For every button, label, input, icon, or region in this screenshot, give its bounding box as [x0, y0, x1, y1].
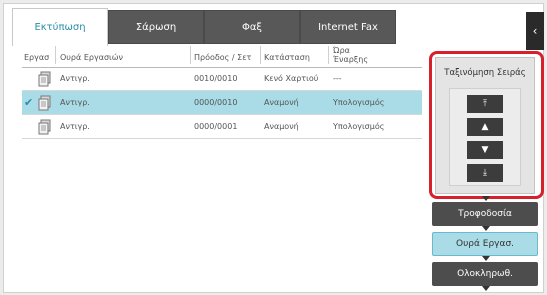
row-status: Αναμονή [264, 98, 299, 107]
row-queue: Αντιγρ. [60, 122, 90, 131]
move-up-icon: ▲ [481, 122, 489, 132]
table-row[interactable]: Αντιγρ. 0010/0010 Κενό Χαρτιού --- [22, 67, 422, 91]
copy-job-icon [38, 119, 51, 135]
move-down-button[interactable]: ▼ [467, 141, 503, 159]
job-queue-button[interactable]: Ουρά Εργασ. [432, 232, 538, 256]
move-up-button[interactable]: ▲ [467, 118, 503, 136]
tab-fax[interactable]: Φαξ [204, 10, 300, 44]
paper-supply-button[interactable]: Τροφοδοσία [432, 202, 538, 226]
table-row[interactable]: Αντιγρ. 0000/0001 Αναμονή Υπολογισμός [22, 115, 422, 139]
tab-bar: Εκτύπωση Σάρωση Φαξ Internet Fax [4, 4, 534, 46]
sort-order-panel: Ταξινόμηση Σειράς ⤒ ▲ ▼ ⤓ [435, 57, 535, 194]
row-progress: 0000/0001 [194, 122, 238, 131]
row-start-time: --- [333, 74, 342, 83]
flow-arrow-icon [482, 226, 490, 231]
row-status: Κενό Χαρτιού [264, 74, 319, 83]
completed-jobs-button[interactable]: Ολοκληρωθ. [432, 262, 538, 286]
header-status: Κατάσταση [264, 53, 310, 62]
sort-buttons-group: ⤒ ▲ ▼ ⤓ [449, 88, 521, 186]
table-row-selected[interactable]: ✔ Αντιγρ. 0000/0010 Αναμονή Υπολογισμός [22, 91, 422, 115]
flow-arrow-icon [482, 286, 490, 291]
copy-job-icon [38, 95, 51, 111]
header-job: Εργασ [24, 53, 50, 62]
flow-arrow-icon [482, 196, 490, 201]
tab-print[interactable]: Εκτύπωση [12, 8, 108, 46]
move-to-top-icon: ⤒ [483, 99, 487, 109]
row-queue: Αντιγρ. [60, 98, 90, 107]
copy-job-icon [38, 71, 51, 87]
move-to-bottom-icon: ⤓ [483, 168, 487, 178]
header-start-time-line2: Έναρξης [333, 55, 369, 64]
row-progress: 0010/0010 [194, 74, 238, 83]
row-start-time: Υπολογισμός [333, 98, 385, 107]
collapse-panel-button[interactable]: ‹ [526, 12, 544, 50]
move-to-top-button[interactable]: ⤒ [467, 95, 503, 113]
header-progress: Πρόοδος / Σετ [194, 53, 252, 62]
row-start-time: Υπολογισμός [333, 122, 385, 131]
chevron-left-icon: ‹ [532, 24, 538, 38]
row-queue: Αντιγρ. [60, 74, 90, 83]
tab-internet-fax[interactable]: Internet Fax [300, 10, 396, 44]
tab-scan[interactable]: Σάρωση [108, 10, 204, 44]
header-queue: Ουρά Εργασιών [60, 53, 123, 62]
header-start-time-line1: Ώρα [333, 46, 350, 55]
row-status: Αναμονή [264, 122, 299, 131]
flow-arrow-icon [482, 256, 490, 261]
move-to-bottom-button[interactable]: ⤓ [467, 164, 503, 182]
checkmark-icon: ✔ [24, 96, 34, 109]
row-progress: 0000/0010 [194, 98, 238, 107]
job-queue-table: Εργασ Ουρά Εργασιών Πρόοδος / Σετ Κατάστ… [22, 43, 427, 243]
move-down-icon: ▼ [481, 145, 489, 155]
sort-order-title: Ταξινόμηση Σειράς [444, 68, 526, 78]
table-header: Εργασ Ουρά Εργασιών Πρόοδος / Σετ Κατάστ… [22, 43, 422, 68]
